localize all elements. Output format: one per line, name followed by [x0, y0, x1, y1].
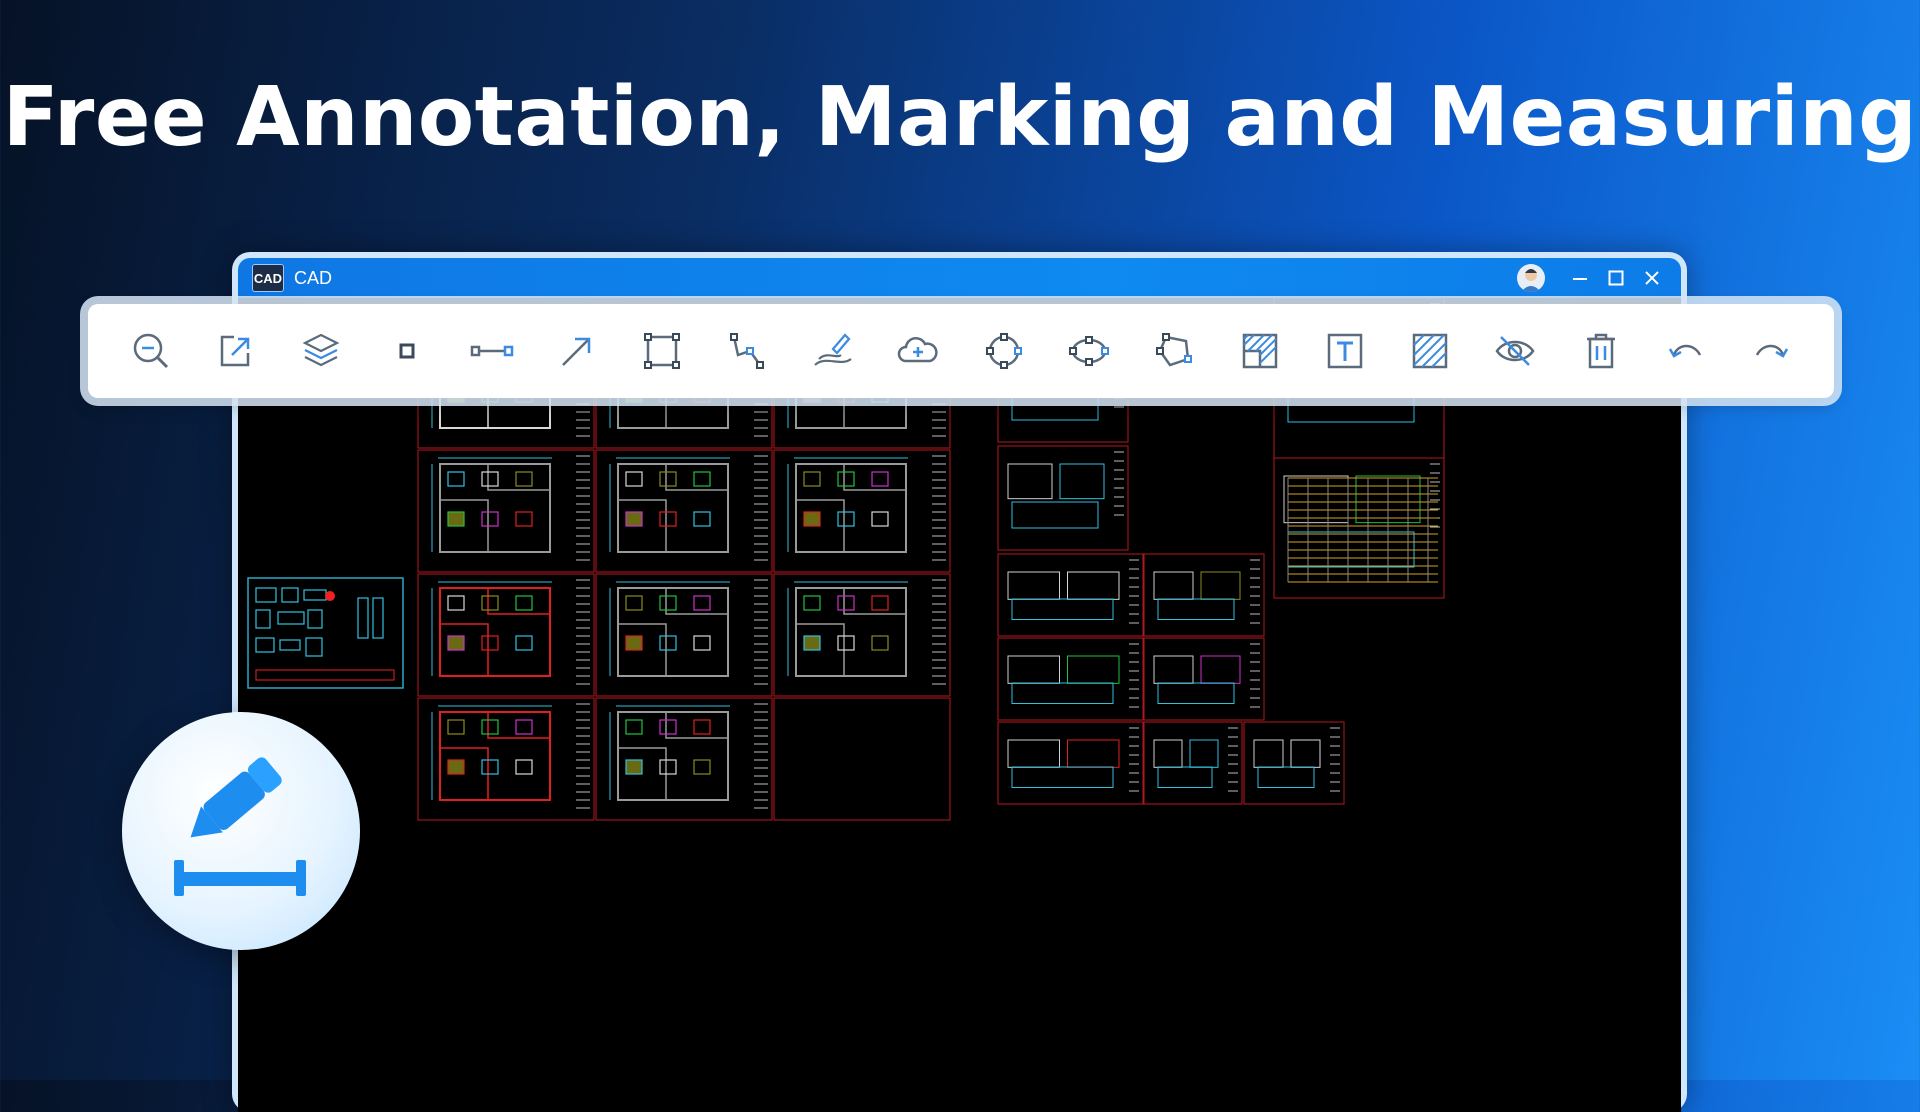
- cloud-markup-icon: [898, 337, 938, 363]
- detail-sheet: [1273, 457, 1445, 599]
- detail-sheet: [997, 721, 1144, 805]
- plan-sheet: [417, 697, 595, 821]
- plan-sheet: [773, 573, 951, 697]
- export-button[interactable]: [207, 322, 265, 380]
- area-hatch-icon: [1242, 333, 1277, 369]
- annotation-badge: [122, 712, 360, 950]
- ellipse-markup-icon: [1068, 336, 1109, 366]
- polyline-button[interactable]: [719, 322, 777, 380]
- plan-sheet: [417, 573, 595, 697]
- detail-sheet: [997, 637, 1144, 721]
- maximize-icon: [1608, 270, 1624, 286]
- detail-sheet: [997, 553, 1144, 637]
- pencil-ruler-icon: [174, 757, 306, 896]
- delete-button[interactable]: [1572, 322, 1630, 380]
- minimize-button[interactable]: [1569, 267, 1591, 289]
- export-icon: [220, 335, 250, 367]
- plan-sheet: [595, 697, 773, 821]
- hatch-icon: [1412, 333, 1448, 369]
- drawing-canvas[interactable]: [238, 298, 1681, 1112]
- cad-drawing: [247, 298, 1445, 821]
- redo-button[interactable]: [1742, 322, 1800, 380]
- plan-sheet: [595, 449, 773, 573]
- plan-sheet: [773, 449, 951, 573]
- undo-icon: [1668, 344, 1702, 358]
- freehand-pen-icon: [814, 333, 852, 366]
- zoom-out-button[interactable]: [122, 322, 180, 380]
- plan-sheet: [417, 449, 595, 573]
- circle-markup-icon: [985, 333, 1022, 369]
- annotation-toolbar: [88, 304, 1834, 398]
- polyline-icon: [729, 333, 764, 369]
- measure-distance-button[interactable]: [463, 322, 521, 380]
- zoom-out-icon: [133, 333, 168, 369]
- detail-sheet: [1143, 637, 1265, 721]
- rectangle-select-icon: [644, 333, 681, 369]
- hide-markups-icon: [1495, 336, 1535, 366]
- plan-sheet: [595, 573, 773, 697]
- undo-button[interactable]: [1657, 322, 1715, 380]
- schedule-table: [1287, 477, 1438, 583]
- detail-sheet: [1243, 721, 1345, 805]
- hide-markups-button[interactable]: [1486, 322, 1544, 380]
- window-title: CAD: [294, 267, 333, 288]
- text-tool-icon: [1327, 333, 1363, 369]
- freehand-pen-button[interactable]: [804, 322, 862, 380]
- rectangle-select-button[interactable]: [633, 322, 691, 380]
- app-logo: CAD: [252, 264, 284, 292]
- redo-icon: [1756, 344, 1789, 358]
- rectangle-small-icon: [399, 343, 415, 359]
- layers-icon: [302, 333, 340, 367]
- arrow-button[interactable]: [548, 322, 606, 380]
- detail-sheet: [1143, 721, 1243, 805]
- user-avatar[interactable]: [1517, 264, 1545, 292]
- ellipse-markup-button[interactable]: [1060, 322, 1118, 380]
- close-icon: [1645, 271, 1659, 285]
- delete-icon: [1586, 333, 1615, 369]
- rectangle-small-button[interactable]: [378, 322, 436, 380]
- polygon-markup-button[interactable]: [1145, 322, 1203, 380]
- minimize-icon: [1573, 278, 1587, 280]
- area-hatch-button[interactable]: [1231, 322, 1289, 380]
- arrow-icon: [562, 337, 591, 366]
- close-button[interactable]: [1641, 267, 1663, 289]
- polygon-markup-icon: [1156, 333, 1193, 367]
- title-bar: CAD CAD: [238, 258, 1681, 298]
- circle-markup-button[interactable]: [975, 322, 1033, 380]
- headline: Free Annotation, Marking and Measuring: [2, 70, 1918, 165]
- hatch-button[interactable]: [1401, 322, 1459, 380]
- detail-sheet: [1143, 553, 1265, 637]
- text-tool-button[interactable]: [1316, 322, 1374, 380]
- detail-sheet: [997, 445, 1129, 551]
- cloud-markup-button[interactable]: [889, 322, 947, 380]
- measure-distance-icon: [470, 345, 514, 357]
- layers-button[interactable]: [292, 322, 350, 380]
- maximize-button[interactable]: [1605, 267, 1627, 289]
